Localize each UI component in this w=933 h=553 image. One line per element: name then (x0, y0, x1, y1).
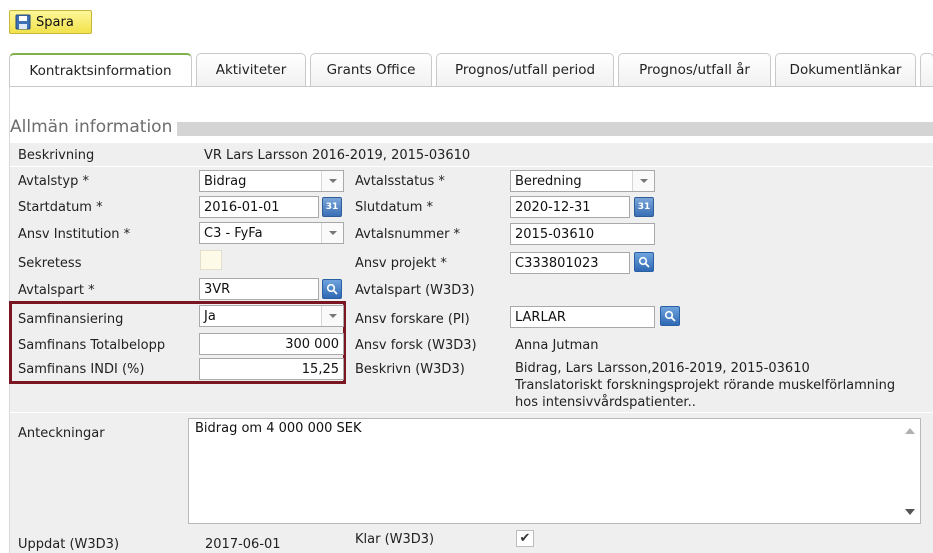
tab-label: Dokumentlänkar (789, 62, 902, 78)
anteckningar-label: Anteckningar (18, 426, 105, 441)
tab-kontraktsinformation[interactable]: Kontraktsinformation (9, 53, 192, 87)
ansv-projekt-label: Ansv projekt * (355, 256, 447, 271)
ansv-institution-value: C3 - FyFa (204, 225, 263, 241)
check-icon: ✔ (519, 531, 531, 546)
search-icon[interactable] (322, 279, 342, 299)
anteckningar-textarea[interactable]: Bidrag om 4 000 000 SEK (188, 418, 921, 524)
sekretess-label: Sekretess (18, 256, 82, 271)
search-icon[interactable] (634, 252, 654, 272)
beskrivn-w3d3-line3: hos intensivvårdspatienter.. (515, 395, 696, 410)
tab-label: Aktiviteter (215, 62, 287, 78)
tab-label: Prognos/utfall år (639, 62, 750, 78)
tab-aktiviteter[interactable]: Aktiviteter (196, 53, 306, 86)
klar-w3d3-label: Klar (W3D3) (355, 532, 435, 547)
avtalsnummer-label: Avtalsnummer * (355, 227, 461, 242)
save-icon (15, 14, 31, 30)
samfinans-indi-value: 15,25 (301, 361, 339, 377)
tab-label: Kontraktsinformation (29, 63, 172, 79)
tab-prognos-utfall-ar[interactable]: Prognos/utfall år (618, 53, 771, 86)
slutdatum-value: 2020-12-31 (515, 199, 591, 215)
beskrivning-value: VR Lars Larsson 2016-2019, 2015-03610 (204, 148, 471, 163)
avtalspart-w3d3-label: Avtalspart (W3D3) (355, 283, 475, 298)
ansv-projekt-value: C333801023 (515, 255, 599, 271)
tab-bar: Kontraktsinformation Aktiviteter Grants … (9, 53, 933, 87)
tab-grants-office[interactable]: Grants Office (310, 53, 432, 86)
ansv-forsk-w3d3-value: Anna Jutman (515, 338, 599, 353)
samfinans-indi-input[interactable]: 15,25 (199, 358, 344, 380)
chevron-down-icon[interactable] (632, 171, 654, 191)
startdatum-label: Startdatum * (18, 200, 103, 215)
startdatum-value: 2016-01-01 (204, 199, 280, 215)
tab-divider (9, 86, 933, 87)
avtalspart-label: Avtalspart * (18, 283, 95, 298)
beskrivn-w3d3-line2: Translatoriskt forskningsprojekt rörande… (515, 378, 896, 393)
samfinansiering-value: Ja (204, 308, 216, 324)
avtalsnummer-value: 2015-03610 (515, 226, 595, 242)
uppdat-w3d3-value: 2017-06-01 (205, 537, 281, 552)
samfinans-indi-label: Samfinans INDI (%) (18, 362, 145, 377)
samfinans-totalbelopp-value: 300 000 (285, 336, 339, 352)
ansv-institution-label: Ansv Institution * (18, 227, 131, 242)
avtalspart-input[interactable]: 3VR (199, 278, 319, 300)
ansv-forskare-value: LARLAR (515, 309, 566, 325)
ansv-forskare-label: Ansv forskare (PI) (355, 312, 470, 327)
scroll-up-icon[interactable] (905, 428, 915, 434)
avtalstyp-label: Avtalstyp * (18, 174, 89, 189)
ansv-forskare-input[interactable]: LARLAR (510, 306, 655, 328)
ansv-institution-select[interactable]: C3 - FyFa (199, 222, 344, 244)
save-button[interactable]: Spara (9, 10, 92, 34)
tab-dokumentlankar[interactable]: Dokumentlänkar (775, 53, 916, 86)
tab-prognos-utfall-period[interactable]: Prognos/utfall period (436, 53, 614, 86)
avtalstyp-select[interactable]: Bidrag (199, 170, 344, 192)
row-divider (10, 412, 933, 413)
search-icon[interactable] (660, 306, 680, 326)
chevron-down-icon[interactable] (321, 223, 343, 243)
ansv-forsk-w3d3-label: Ansv forsk (W3D3) (355, 338, 477, 353)
sekretess-checkbox[interactable] (200, 250, 222, 270)
startdatum-input[interactable]: 2016-01-01 (199, 196, 319, 218)
save-button-label: Spara (36, 14, 74, 30)
ansv-projekt-input[interactable]: C333801023 (510, 252, 630, 274)
scroll-down-icon[interactable] (905, 509, 915, 515)
samfinans-totalbelopp-input[interactable]: 300 000 (199, 333, 344, 355)
beskrivning-label: Beskrivning (18, 148, 95, 163)
tab-label: Grants Office (326, 62, 416, 78)
samfinansiering-select[interactable]: Ja (199, 305, 344, 327)
samfinansiering-label: Samfinansiering (18, 312, 124, 327)
chevron-down-icon[interactable] (321, 306, 343, 326)
calendar-icon[interactable]: 31 (322, 197, 342, 217)
uppdat-w3d3-label: Uppdat (W3D3) (18, 537, 120, 552)
slutdatum-input[interactable]: 2020-12-31 (510, 196, 630, 218)
tab-label: Prognos/utfall period (454, 62, 596, 78)
avtalspart-value: 3VR (204, 281, 231, 297)
samfinans-totalbelopp-label: Samfinans Totalbelopp (18, 338, 166, 353)
row-divider (10, 166, 933, 167)
slutdatum-label: Slutdatum * (355, 200, 434, 215)
avtalsnummer-input[interactable]: 2015-03610 (510, 223, 655, 245)
avtalsstatus-select[interactable]: Beredning (510, 170, 655, 192)
section-divider-bar (177, 122, 933, 136)
avtalsstatus-value: Beredning (515, 173, 582, 189)
klar-w3d3-checkbox[interactable]: ✔ (516, 530, 534, 547)
section-title: Allmän information (10, 117, 173, 137)
avtalstyp-value: Bidrag (204, 173, 247, 189)
tab-overflow[interactable] (920, 53, 933, 86)
beskrivn-w3d3-line1: Bidrag, Lars Larsson,2016-2019, 2015-036… (515, 361, 810, 376)
calendar-icon[interactable]: 31 (634, 197, 654, 217)
anteckningar-value: Bidrag om 4 000 000 SEK (195, 421, 362, 436)
beskrivn-w3d3-label: Beskrivn (W3D3) (355, 362, 465, 377)
chevron-down-icon[interactable] (321, 171, 343, 191)
avtalsstatus-label: Avtalsstatus * (355, 174, 445, 189)
